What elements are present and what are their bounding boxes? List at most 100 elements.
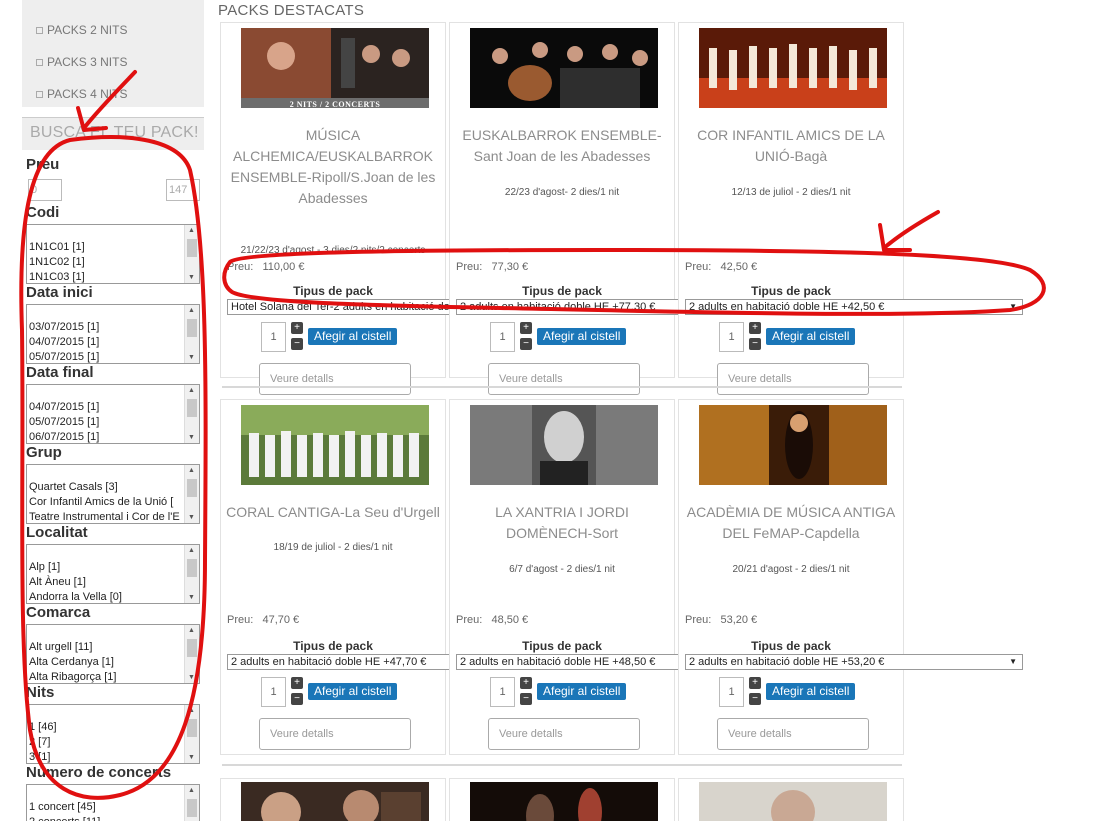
filter-listbox[interactable]: 04/07/2015 [1] 05/07/2015 [1] 06/07/2015 [… <box>26 384 200 444</box>
view-details-button[interactable]: Veure detalls <box>717 363 869 395</box>
filter-listbox[interactable]: Quartet Casals [3] Cor Infantil Amics de … <box>26 464 200 524</box>
plus-icon[interactable]: + <box>749 322 761 334</box>
view-details-button[interactable]: Veure detalls <box>259 718 411 750</box>
scrollbar[interactable]: ▲▼ <box>184 705 199 763</box>
nav-packs-3-nits[interactable]: PACKS 3 NITS <box>22 46 204 78</box>
add-to-cart-button[interactable]: Afegir al cistell <box>537 328 627 345</box>
quantity-input[interactable]: 1 <box>719 322 744 352</box>
pack-title[interactable]: ACADÈMIA DE MÚSICA ANTIGA DEL FeMAP-Capd… <box>683 502 899 544</box>
quantity-input[interactable]: 1 <box>261 322 286 352</box>
plus-icon[interactable]: + <box>520 677 532 689</box>
listbox-option[interactable]: Alt Àneu [1] <box>29 575 183 590</box>
pack-type-select[interactable]: 2 adults en habitació doble HE +53,20 € ▼ <box>685 654 1023 670</box>
listbox-option[interactable]: Alta Cerdanya [1] <box>29 655 183 670</box>
listbox-option[interactable]: 3 [1] <box>29 750 183 763</box>
scroll-thumb[interactable] <box>187 719 197 737</box>
scroll-thumb[interactable] <box>187 559 197 577</box>
scroll-up-icon[interactable]: ▲ <box>188 467 195 474</box>
listbox-option[interactable]: 2 [7] <box>29 735 183 750</box>
quantity-input[interactable]: 1 <box>261 677 286 707</box>
minus-icon[interactable]: − <box>520 338 532 350</box>
scroll-thumb[interactable] <box>187 399 197 417</box>
view-details-button[interactable]: Veure detalls <box>717 718 869 750</box>
scroll-up-icon[interactable]: ▲ <box>188 547 195 554</box>
scroll-down-icon[interactable]: ▼ <box>188 514 195 521</box>
listbox-option[interactable]: 1 [46] <box>29 720 183 735</box>
listbox-option[interactable]: 04/07/2015 [1] <box>29 400 183 415</box>
add-to-cart-button[interactable]: Afegir al cistell <box>766 683 856 700</box>
filter-listbox[interactable]: Alp [1] Alt Àneu [1] Andorra la Vella [0] ▲… <box>26 544 200 604</box>
listbox-option[interactable]: 1N1C02 [1] <box>29 255 183 270</box>
scroll-up-icon[interactable]: ▲ <box>188 307 195 314</box>
scrollbar[interactable]: ▲▼ <box>184 545 199 603</box>
quantity-input[interactable]: 1 <box>490 322 515 352</box>
minus-icon[interactable]: − <box>520 693 532 705</box>
listbox-option[interactable]: 05/07/2015 [1] <box>29 415 183 430</box>
pack-type-select[interactable]: 2 adults en habitació doble HE +47,70 € <box>227 654 457 670</box>
quantity-input[interactable]: 1 <box>490 677 515 707</box>
chevron-down-icon[interactable]: ▼ <box>1009 300 1017 314</box>
listbox-option[interactable]: Quartet Casals [3] <box>29 480 183 495</box>
pack-type-select[interactable]: 2 adults en habitació doble HE +77,30 € <box>456 299 686 315</box>
scroll-down-icon[interactable]: ▼ <box>188 674 195 681</box>
pack-image[interactable]: 2 NITS / 2 CONCERTS <box>241 28 429 108</box>
nav-packs-4-nits[interactable]: PACKS 4 NITS <box>22 78 204 110</box>
add-to-cart-button[interactable]: Afegir al cistell <box>766 328 856 345</box>
scroll-down-icon[interactable]: ▼ <box>188 594 195 601</box>
scrollbar[interactable]: ▲▼ <box>184 785 199 821</box>
scroll-up-icon[interactable]: ▲ <box>188 387 195 394</box>
scroll-thumb[interactable] <box>187 639 197 657</box>
scrollbar[interactable]: ▲▼ <box>184 305 199 363</box>
listbox-option[interactable]: 03/07/2015 [1] <box>29 320 183 335</box>
scrollbar[interactable]: ▲▼ <box>184 625 199 683</box>
minus-icon[interactable]: − <box>749 693 761 705</box>
scroll-up-icon[interactable]: ▲ <box>188 227 195 234</box>
filter-listbox[interactable]: 1 concert [45]2 concerts [11]▲▼ <box>26 784 200 821</box>
listbox-option[interactable]: 1 concert [45] <box>29 800 183 815</box>
pack-type-select[interactable]: 2 adults en habitació doble HE +48,50 € <box>456 654 686 670</box>
view-details-button[interactable]: Veure detalls <box>488 363 640 395</box>
scroll-thumb[interactable] <box>187 319 197 337</box>
minus-icon[interactable]: − <box>291 693 303 705</box>
minus-icon[interactable]: − <box>749 338 761 350</box>
scroll-up-icon[interactable]: ▲ <box>188 627 195 634</box>
scrollbar[interactable]: ▲▼ <box>184 385 199 443</box>
listbox-option[interactable]: 05/07/2015 [1] <box>29 350 183 363</box>
scroll-up-icon[interactable]: ▲ <box>188 787 195 794</box>
pack-title[interactable]: EUSKALBARROK ENSEMBLE-Sant Joan de les A… <box>454 125 670 167</box>
add-to-cart-button[interactable]: Afegir al cistell <box>308 683 398 700</box>
listbox-option[interactable]: Andorra la Vella [0] <box>29 590 183 603</box>
price-min-input[interactable] <box>28 179 62 201</box>
nav-packs-2-nits[interactable]: PACKS 2 NITS <box>22 14 204 46</box>
plus-icon[interactable]: + <box>749 677 761 689</box>
listbox-option[interactable]: Alt urgell [11] <box>29 640 183 655</box>
pack-image[interactable] <box>470 28 658 108</box>
listbox-option[interactable]: Cor Infantil Amics de la Unió [ <box>29 495 183 510</box>
plus-icon[interactable]: + <box>291 322 303 334</box>
plus-icon[interactable]: + <box>291 677 303 689</box>
scroll-thumb[interactable] <box>187 239 197 257</box>
plus-icon[interactable]: + <box>520 322 532 334</box>
scrollbar[interactable]: ▲▼ <box>184 225 199 283</box>
scroll-down-icon[interactable]: ▼ <box>188 754 195 761</box>
scrollbar[interactable]: ▲▼ <box>184 465 199 523</box>
pack-image[interactable] <box>241 405 429 485</box>
pack-title[interactable]: CORAL CANTIGA-La Seu d'Urgell <box>225 502 441 523</box>
price-max-input[interactable] <box>166 179 200 201</box>
pack-image[interactable] <box>470 405 658 485</box>
scroll-down-icon[interactable]: ▼ <box>188 274 195 281</box>
listbox-option[interactable]: 06/07/2015 [1] <box>29 430 183 443</box>
add-to-cart-button[interactable]: Afegir al cistell <box>537 683 627 700</box>
scroll-down-icon[interactable]: ▼ <box>188 354 195 361</box>
filter-listbox[interactable]: 1N1C01 [1] 1N1C02 [1] 1N1C03 [1] ▲ ▼ <box>26 224 200 284</box>
pack-title[interactable]: MÚSICA ALCHEMICA/EUSKALBARROK ENSEMBLE-R… <box>225 125 441 209</box>
pack-title[interactable]: LA XANTRIA I JORDI DOMÈNECH-Sort <box>454 502 670 544</box>
chevron-down-icon[interactable]: ▼ <box>1009 655 1017 669</box>
filter-listbox[interactable]: Alt urgell [11] Alta Cerdanya [1] Alta Rib… <box>26 624 200 684</box>
view-details-button[interactable]: Veure detalls <box>259 363 411 395</box>
listbox-option[interactable]: 1N1C03 [1] <box>29 270 183 283</box>
pack-image[interactable] <box>699 405 887 485</box>
scroll-thumb[interactable] <box>187 479 197 497</box>
filter-listbox[interactable]: 03/07/2015 [1] 04/07/2015 [1] 05/07/2015 [… <box>26 304 200 364</box>
listbox-option[interactable]: 2 concerts [11] <box>29 815 183 821</box>
